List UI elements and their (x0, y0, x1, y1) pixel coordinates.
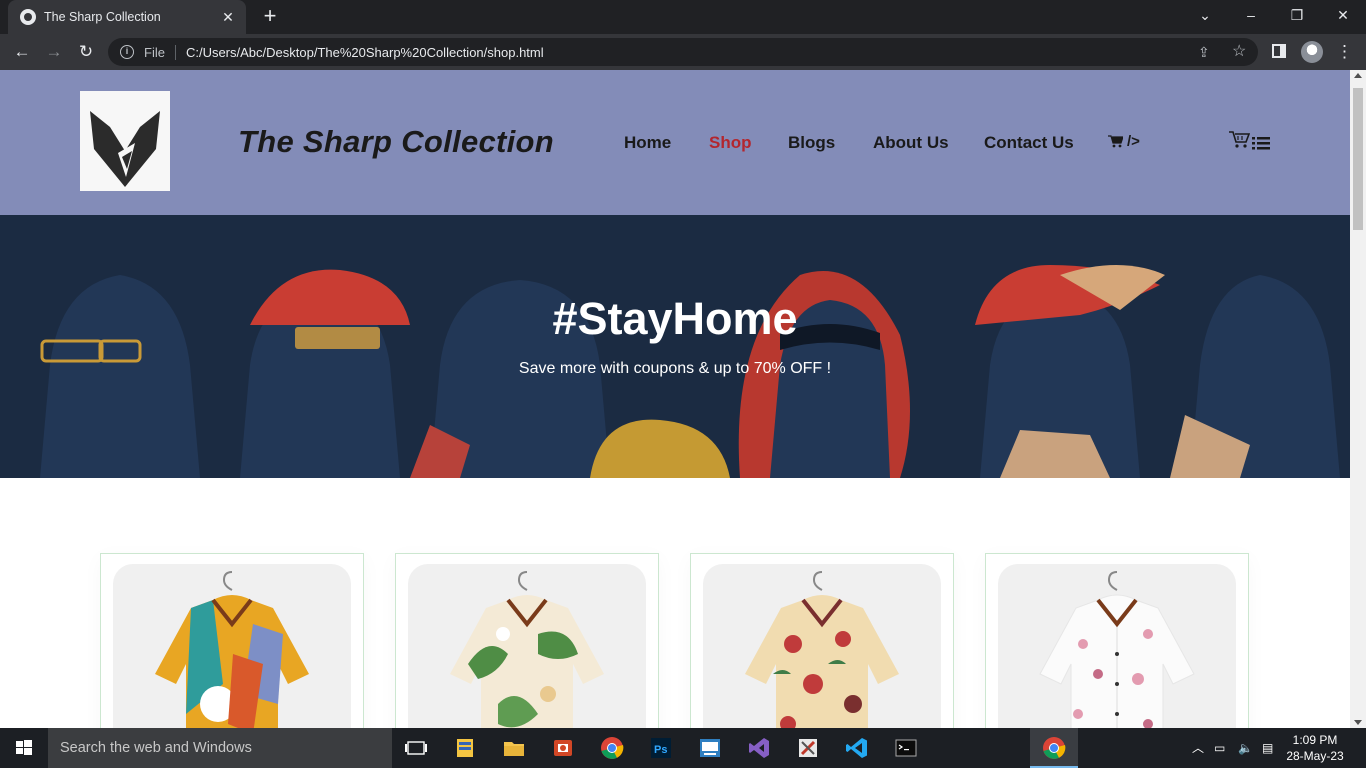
svg-text:Ps: Ps (654, 744, 667, 756)
nav-home[interactable]: Home (624, 133, 671, 153)
nav-shop[interactable]: Shop (709, 133, 752, 153)
task-view-icon[interactable] (404, 736, 428, 760)
site-header: The Sharp Collection Home Shop Blogs Abo… (0, 70, 1350, 215)
start-button[interactable] (0, 728, 48, 768)
reload-button[interactable]: ↻ (74, 40, 98, 64)
nav-cart-link[interactable]: /> (1108, 133, 1140, 150)
nav-about-us[interactable]: About Us (873, 133, 949, 153)
taskbar-clock[interactable]: 1:09 PM 28-May-23 (1286, 732, 1344, 764)
hero-title: #StayHome (552, 293, 798, 344)
product-image[interactable] (113, 564, 351, 728)
product-image[interactable] (998, 564, 1236, 728)
shirt-image (745, 571, 899, 728)
restore-button[interactable]: ❐ (1274, 0, 1320, 30)
file-explorer-icon[interactable] (502, 736, 526, 760)
archive-app-icon[interactable] (453, 736, 477, 760)
cart-icon (1108, 135, 1123, 148)
shirt-image (450, 571, 604, 728)
menu-list-icon[interactable] (1252, 136, 1270, 150)
hero-illustration (0, 215, 1350, 478)
powerpoint-icon[interactable] (551, 736, 575, 760)
new-tab-button[interactable]: + (258, 5, 282, 29)
volume-muted-icon[interactable]: 🔈 (1238, 728, 1253, 768)
site-logo[interactable] (80, 91, 170, 191)
scroll-up-icon[interactable] (1354, 73, 1362, 78)
nav-contact-us[interactable]: Contact Us (984, 133, 1074, 153)
chrome-icon[interactable] (600, 736, 624, 760)
windows-taskbar: Search the web and Windows Ps ︿ ▭ 🔈 ▤ 1:… (0, 728, 1366, 768)
share-icon[interactable]: ⇪ (1198, 38, 1210, 66)
visual-studio-icon[interactable] (747, 736, 771, 760)
back-button[interactable]: ← (10, 40, 34, 64)
notifications-icon[interactable]: ▤ (1262, 728, 1273, 768)
scroll-down-icon[interactable] (1354, 720, 1362, 725)
product-card[interactable] (690, 553, 954, 728)
active-chrome-taskbar-item[interactable] (1030, 728, 1078, 768)
terminal-icon[interactable] (894, 736, 918, 760)
address-bar[interactable]: i File C:/Users/Abc/Desktop/The%20Sharp%… (108, 38, 1258, 66)
chrome-icon (1043, 737, 1066, 759)
product-image[interactable] (703, 564, 941, 728)
shirt-image (155, 571, 309, 728)
close-window-button[interactable]: ✕ (1320, 0, 1366, 30)
page-scrollbar[interactable] (1350, 70, 1366, 728)
tab-close-icon[interactable]: ✕ (220, 9, 236, 26)
nav-blogs[interactable]: Blogs (788, 133, 835, 153)
clock-date: 28-May-23 (1286, 749, 1344, 763)
vscode-icon[interactable] (845, 736, 869, 760)
photoshop-icon[interactable]: Ps (649, 736, 673, 760)
page-viewport: The Sharp Collection Home Shop Blogs Abo… (0, 70, 1350, 728)
browser-tab[interactable]: The Sharp Collection ✕ (8, 0, 246, 34)
product-image[interactable] (408, 564, 646, 728)
browser-tabstrip: The Sharp Collection ✕ + ⌄ – ❐ ✕ (0, 0, 1366, 34)
scroll-thumb[interactable] (1353, 88, 1363, 230)
mobile-icons (1228, 130, 1270, 150)
windows-logo-icon (16, 740, 32, 755)
shirt-image (1039, 571, 1195, 728)
browser-toolbar: ← → ↻ i File C:/Users/Abc/Desktop/The%20… (0, 34, 1366, 70)
hero-banner: #StayHome Save more with coupons & up to… (0, 215, 1350, 478)
tab-title: The Sharp Collection (44, 10, 161, 24)
brand-title[interactable]: The Sharp Collection (238, 124, 554, 160)
product-card[interactable] (985, 553, 1249, 728)
bookmark-star-icon[interactable]: ☆ (1232, 38, 1246, 66)
nav-cart-text: /> (1127, 133, 1140, 150)
forward-button[interactable]: → (42, 40, 66, 64)
product-card[interactable] (100, 553, 364, 728)
cart-outline-icon[interactable] (1228, 130, 1250, 150)
info-icon[interactable]: i (120, 45, 134, 59)
tools-app-icon[interactable] (796, 736, 820, 760)
profile-avatar[interactable] (1301, 41, 1323, 63)
tab-search-icon[interactable]: ⌄ (1182, 0, 1228, 30)
file-label: File (144, 44, 176, 60)
taskbar-search[interactable]: Search the web and Windows (48, 728, 392, 768)
tray-chevron-icon[interactable]: ︿ (1192, 728, 1204, 768)
network-icon[interactable]: ▭ (1214, 728, 1225, 768)
browser-menu-icon[interactable]: ⋮ (1336, 40, 1353, 64)
typing-app-icon[interactable] (698, 736, 722, 760)
hero-subtitle: Save more with coupons & up to 70% OFF ! (518, 360, 832, 377)
side-panel-icon[interactable] (1272, 44, 1286, 58)
minimize-button[interactable]: – (1228, 0, 1274, 30)
fox-logo-icon (90, 111, 160, 187)
url-text[interactable]: C:/Users/Abc/Desktop/The%20Sharp%20Colle… (186, 45, 544, 60)
product-card[interactable] (395, 553, 659, 728)
globe-icon (20, 9, 36, 25)
clock-time: 1:09 PM (1292, 733, 1338, 747)
